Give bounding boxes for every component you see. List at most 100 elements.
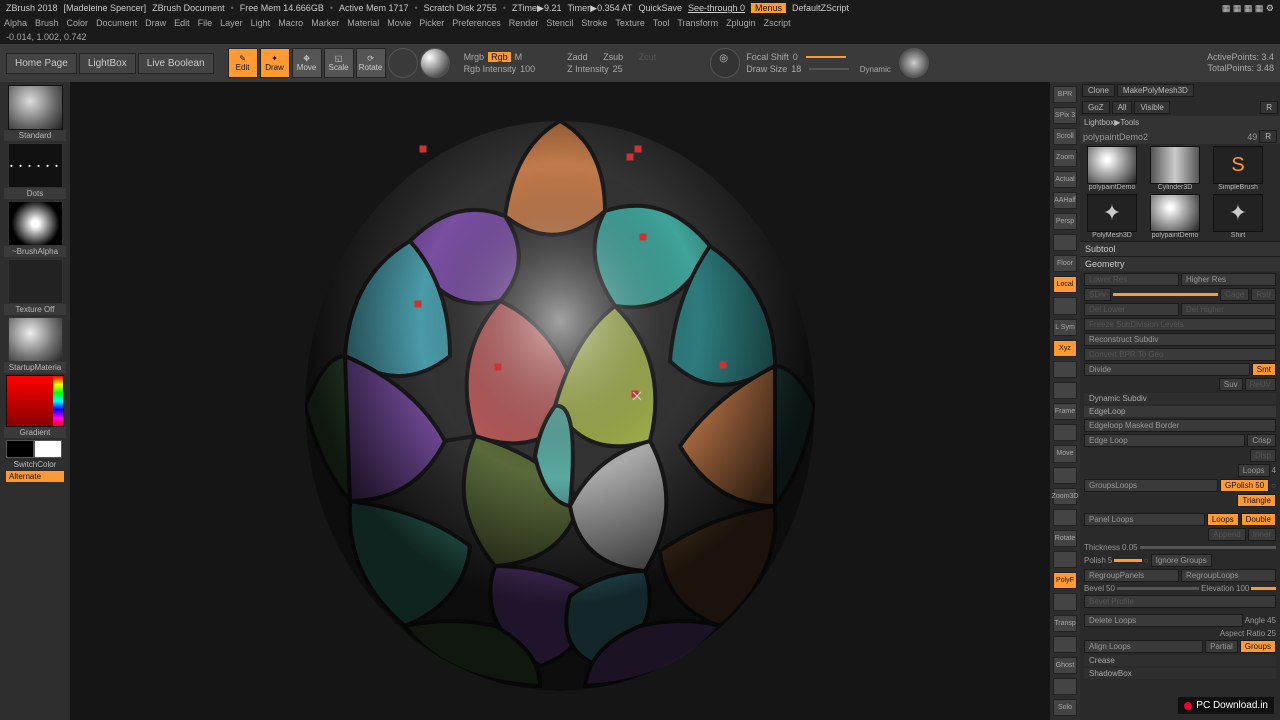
menu-marker[interactable]: Marker xyxy=(311,18,339,28)
menu-zscript[interactable]: Zscript xyxy=(764,18,791,28)
menu-stroke[interactable]: Stroke xyxy=(581,18,607,28)
lightbox-breadcrumb[interactable]: Lightbox▶Tools xyxy=(1080,116,1280,129)
shelf-scroll[interactable]: Scroll xyxy=(1053,128,1077,145)
shelf-btn14[interactable] xyxy=(1053,382,1077,399)
lightbox-button[interactable]: LightBox xyxy=(79,53,136,74)
color-picker[interactable]: Gradient xyxy=(4,375,66,438)
livebool-button[interactable]: Live Boolean xyxy=(138,53,214,74)
menu-tool[interactable]: Tool xyxy=(653,18,670,28)
menu-draw[interactable]: Draw xyxy=(145,18,166,28)
viewport[interactable] xyxy=(70,82,1050,720)
menu-layer[interactable]: Layer xyxy=(220,18,243,28)
r-flag[interactable]: R xyxy=(1260,101,1278,114)
shelf-frame[interactable]: Frame xyxy=(1053,403,1077,420)
drawsize-preview-icon[interactable] xyxy=(899,48,929,78)
align-loops-button[interactable]: Align Loops xyxy=(1084,640,1203,653)
shelf-actual[interactable]: Actual xyxy=(1053,171,1077,188)
menu-macro[interactable]: Macro xyxy=(278,18,303,28)
menu-render[interactable]: Render xyxy=(509,18,539,28)
goz-all-button[interactable]: All xyxy=(1112,101,1133,114)
texture-selector[interactable]: Texture Off xyxy=(4,259,66,315)
menu-zplugin[interactable]: Zplugin xyxy=(726,18,756,28)
goz-visible-button[interactable]: Visible xyxy=(1134,101,1169,114)
del-lower-button[interactable]: Del Lower xyxy=(1084,303,1179,316)
groupsloops-button[interactable]: GroupsLoops xyxy=(1084,479,1218,492)
geometry-section[interactable]: Geometry xyxy=(1080,256,1280,271)
regroup-loops-button[interactable]: RegroupLoops xyxy=(1181,569,1276,582)
focal-gyro-icon[interactable]: ◎ xyxy=(710,48,740,78)
suv-button[interactable]: Suv xyxy=(1219,378,1243,391)
shelf-spix-3[interactable]: SPix 3 xyxy=(1053,107,1077,124)
menu-transform[interactable]: Transform xyxy=(677,18,718,28)
subtool-section[interactable]: Subtool xyxy=(1080,241,1280,256)
shelf-btn20[interactable] xyxy=(1053,509,1077,526)
material-selector[interactable]: StartupMateria xyxy=(4,317,66,373)
bevel-profile-button[interactable]: Bevel Profile xyxy=(1084,595,1276,608)
tool-thumb[interactable]: SSimpleBrush xyxy=(1208,146,1268,191)
alternate-button[interactable]: Alternate xyxy=(6,471,64,482)
cage-button[interactable]: Cage xyxy=(1220,288,1249,301)
menu-light[interactable]: Light xyxy=(251,18,271,28)
shelf-local[interactable]: Local xyxy=(1053,276,1077,293)
shelf-ghost[interactable]: Ghost xyxy=(1053,657,1077,674)
panel-loops-button[interactable]: Panel Loops xyxy=(1084,513,1205,526)
dynamic-subdiv-section[interactable]: Dynamic Subdiv xyxy=(1084,393,1276,404)
seethrough-slider[interactable]: See-through 0 xyxy=(688,3,745,13)
tool-thumb[interactable]: ✦Shirt xyxy=(1208,194,1268,239)
shelf-move[interactable]: Move xyxy=(1053,445,1077,462)
rotate-button[interactable]: ⟳Rotate xyxy=(356,48,386,78)
edge-loop-button[interactable]: Edge Loop xyxy=(1084,434,1245,447)
tool-thumb[interactable]: Cylinder3D xyxy=(1145,146,1205,191)
edgeloop-section[interactable]: EdgeLoop xyxy=(1084,406,1276,417)
shelf-l-sym[interactable]: L Sym xyxy=(1053,319,1077,336)
regroup-panels-button[interactable]: RegroupPanels xyxy=(1084,569,1179,582)
stroke-selector[interactable]: Dots xyxy=(4,143,66,199)
gizmo-button[interactable] xyxy=(388,48,418,78)
alpha-selector[interactable]: ~BrushAlpha xyxy=(4,201,66,257)
menu-document[interactable]: Document xyxy=(96,18,137,28)
tool-thumb[interactable]: polypaintDemo xyxy=(1145,194,1205,239)
groups-button[interactable]: Groups xyxy=(1240,640,1276,653)
edgeloop-masked-button[interactable]: Edgeloop Masked Border xyxy=(1084,419,1276,432)
crease-section[interactable]: Crease xyxy=(1084,655,1276,666)
reconstruct-subdiv-button[interactable]: Reconstruct Subdiv xyxy=(1084,333,1276,346)
shelf-btn10[interactable] xyxy=(1053,297,1077,314)
move-button[interactable]: ✥Move xyxy=(292,48,322,78)
reuv-button[interactable]: ReUV xyxy=(1245,378,1276,391)
shelf-solo[interactable]: Solo xyxy=(1053,699,1077,716)
disp-button[interactable]: Disp xyxy=(1250,449,1276,462)
shelf-btn16[interactable] xyxy=(1053,424,1077,441)
menu-material[interactable]: Material xyxy=(347,18,379,28)
shelf-btn22[interactable] xyxy=(1053,551,1077,568)
shelf-btn13[interactable] xyxy=(1053,361,1077,378)
draw-button[interactable]: ✦Draw xyxy=(260,48,290,78)
menu-preferences[interactable]: Preferences xyxy=(452,18,501,28)
freeze-subdiv-button[interactable]: Freeze SubDivision Levels xyxy=(1084,318,1276,331)
smt-button[interactable]: Smt xyxy=(1252,363,1276,376)
delete-loops-button[interactable]: Delete Loops xyxy=(1084,614,1243,627)
sdiv-slider[interactable]: SDiv xyxy=(1084,288,1111,301)
del-higher-button[interactable]: Del Higher xyxy=(1181,303,1276,316)
scale-button[interactable]: ◱Scale xyxy=(324,48,354,78)
shelf-btn26[interactable] xyxy=(1053,636,1077,653)
shelf-rotate[interactable]: Rotate xyxy=(1053,530,1077,547)
shelf-btn18[interactable] xyxy=(1053,467,1077,484)
ignore-groups-button[interactable]: Ignore Groups xyxy=(1151,554,1212,567)
menu-texture[interactable]: Texture xyxy=(615,18,645,28)
menu-movie[interactable]: Movie xyxy=(387,18,411,28)
make-polymesh-button[interactable]: MakePolyMesh3D xyxy=(1117,84,1194,97)
shelf-btn28[interactable] xyxy=(1053,678,1077,695)
shelf-aahalf[interactable]: AAHalf xyxy=(1053,192,1077,209)
shelf-polyf[interactable]: PolyF xyxy=(1053,572,1077,589)
gpolish-button[interactable]: GPolish 50 xyxy=(1220,479,1269,492)
double-button[interactable]: Double xyxy=(1241,513,1276,526)
menus-button[interactable]: Menus xyxy=(751,3,786,13)
goz-button[interactable]: GoZ xyxy=(1082,101,1110,114)
menu-file[interactable]: File xyxy=(198,18,213,28)
homepage-button[interactable]: Home Page xyxy=(6,53,77,74)
triangle-button[interactable]: Triangle xyxy=(1237,494,1276,507)
menu-edit[interactable]: Edit xyxy=(174,18,190,28)
shelf-floor[interactable]: Floor xyxy=(1053,255,1077,272)
higher-res-button[interactable]: Higher Res xyxy=(1181,273,1276,286)
crisp-button[interactable]: Crisp xyxy=(1247,434,1276,447)
